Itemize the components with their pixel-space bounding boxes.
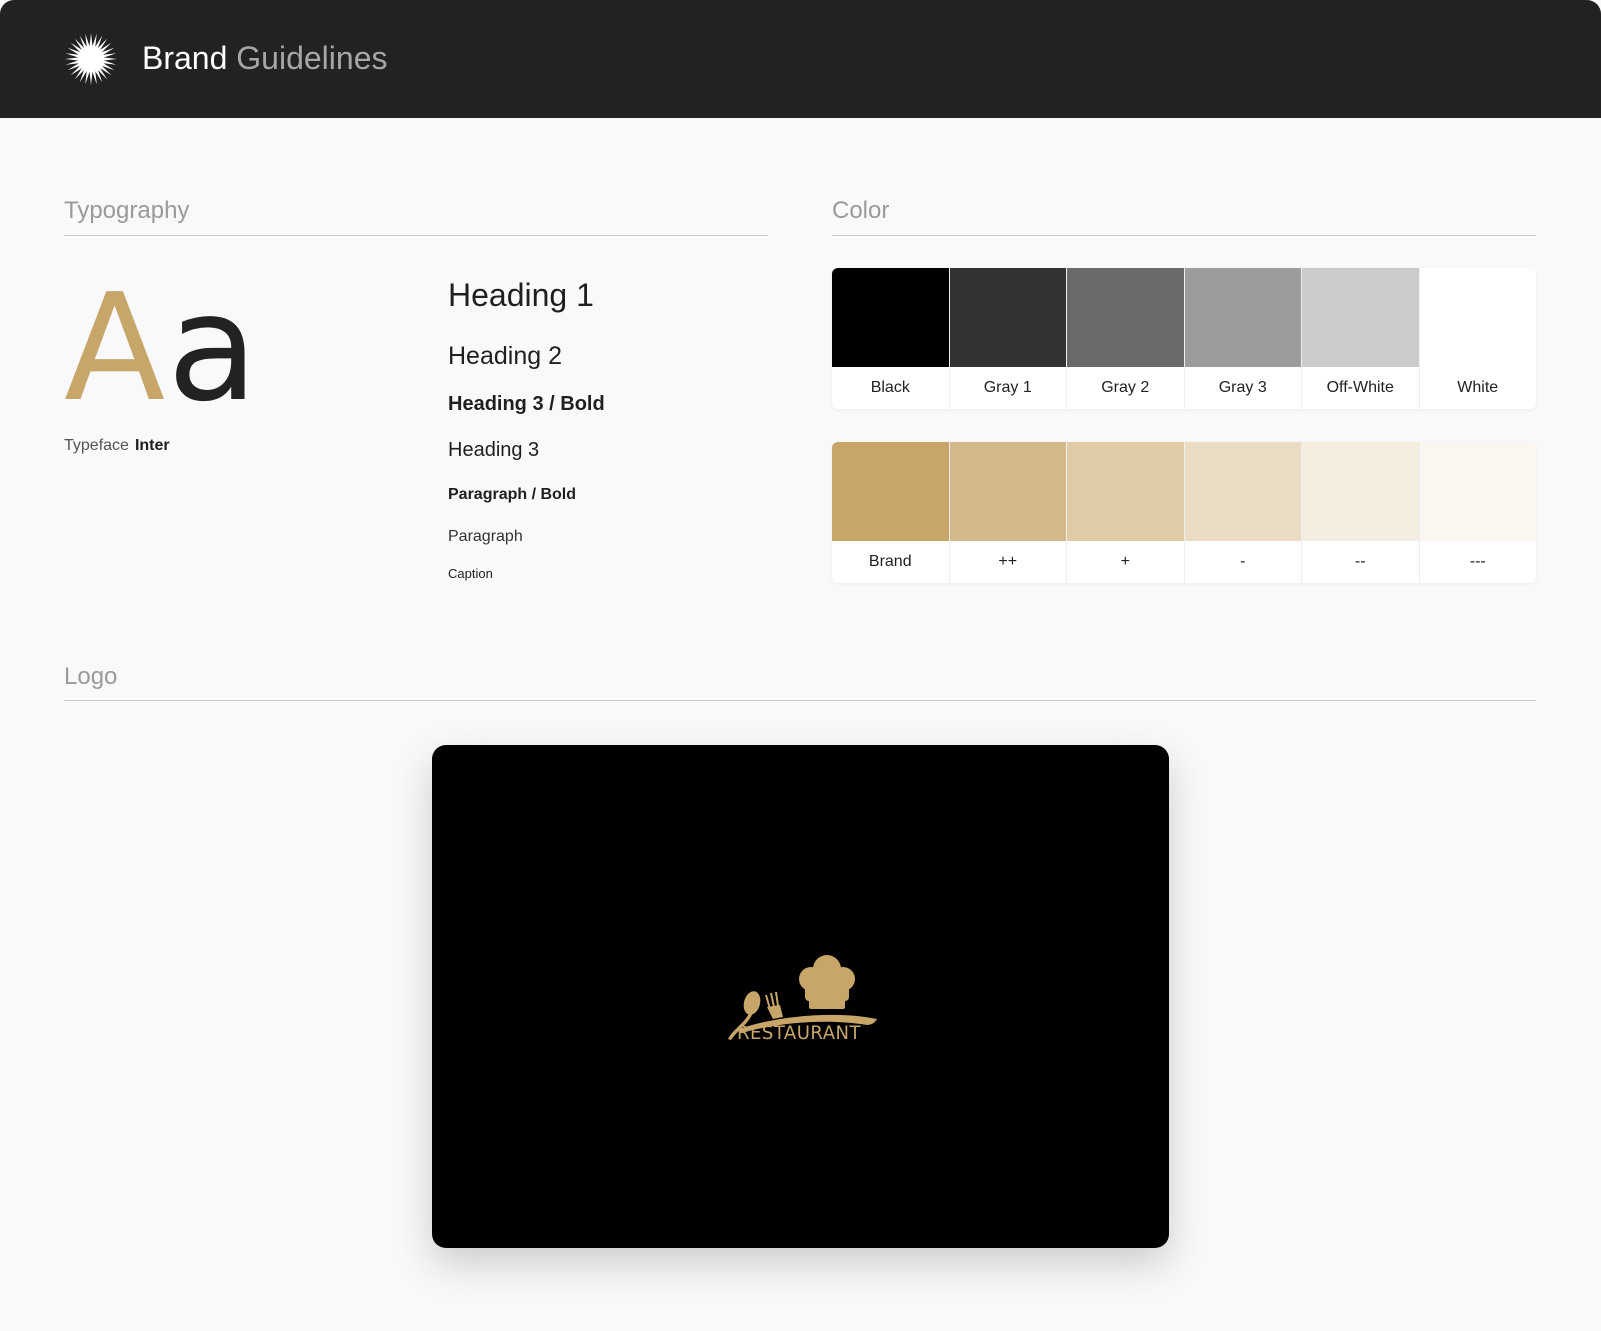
- swatch-name: Off-White: [1302, 367, 1419, 409]
- header-bar: Brand Guidelines: [0, 0, 1601, 118]
- swatch-name: White: [1419, 367, 1536, 409]
- swatch-chip: [1419, 268, 1536, 367]
- typography-divider: [64, 235, 768, 236]
- color-divider: [832, 235, 1536, 236]
- sample-paragraph-bold: Paragraph / Bold: [448, 486, 577, 503]
- swatch-gray-1: Gray 1: [949, 268, 1067, 409]
- swatch-chip: [1302, 268, 1419, 367]
- swatch-gray-3: Gray 3: [1184, 268, 1302, 409]
- swatch-chip: [1067, 268, 1184, 367]
- swatch-name: Brand: [832, 541, 949, 583]
- swatch-name: -: [1184, 541, 1301, 583]
- typeface-label: Typeface: [64, 437, 129, 454]
- typeface-value: Inter: [134, 437, 170, 454]
- color-section-title: Color: [832, 197, 890, 224]
- swatch-off-white: Off-White: [1302, 268, 1420, 409]
- logo-section-title: Logo: [64, 663, 118, 690]
- swatch-chip: [832, 268, 949, 367]
- sample-heading-3: Heading 3: [448, 439, 540, 461]
- swatch-brand-minus-1: -: [1184, 442, 1302, 583]
- brand-palette: Brand ++ + - -- ---: [832, 442, 1536, 583]
- swatch-brand-minus-2: --: [1302, 442, 1420, 583]
- sample-heading-2: Heading 2: [448, 342, 562, 370]
- typeface-line: Typeface Inter: [64, 437, 170, 455]
- type-specimen: Aa: [64, 268, 260, 428]
- logo-preview-card: RESTAURANT: [432, 745, 1169, 1248]
- swatch-name: ++: [949, 541, 1066, 583]
- type-specimen-upper: A: [64, 262, 168, 434]
- sample-caption: Caption: [448, 566, 493, 581]
- page-title-secondary: Guidelines: [236, 40, 388, 76]
- swatch-chip: [949, 268, 1066, 367]
- page-title-primary: Brand: [142, 40, 228, 76]
- swatch-name: Gray 3: [1184, 367, 1301, 409]
- swatch-brand-plus-1: +: [1067, 442, 1185, 583]
- swatch-brand-plus-2: ++: [949, 442, 1067, 583]
- swatch-chip: [1184, 268, 1301, 367]
- logo-divider: [64, 700, 1536, 701]
- swatch-name: +: [1067, 541, 1184, 583]
- swatch-chip: [1419, 442, 1536, 541]
- sample-heading-1: Heading 1: [448, 277, 594, 313]
- swatch-name: Gray 1: [949, 367, 1066, 409]
- neutral-palette: Black Gray 1 Gray 2 Gray 3 Off-White Whi…: [832, 268, 1536, 409]
- swatch-chip: [1184, 442, 1301, 541]
- swatch-chip: [1067, 442, 1184, 541]
- swatch-name: Black: [832, 367, 949, 409]
- page-title: Brand Guidelines: [142, 38, 387, 78]
- logo-wordmark: RESTAURANT: [737, 1022, 862, 1044]
- sample-heading-3-bold: Heading 3 / Bold: [448, 393, 605, 415]
- swatch-chip: [949, 442, 1066, 541]
- swatch-name: ---: [1419, 541, 1536, 583]
- swatch-name: --: [1302, 541, 1419, 583]
- swatch-black: Black: [832, 268, 950, 409]
- type-specimen-lower: a: [167, 262, 260, 434]
- typography-section-title: Typography: [64, 197, 190, 224]
- swatch-gray-2: Gray 2: [1067, 268, 1185, 409]
- swatch-white: White: [1419, 268, 1536, 409]
- starburst-icon: [65, 33, 117, 85]
- swatch-chip: [1302, 442, 1419, 541]
- swatch-chip: [832, 442, 949, 541]
- swatch-brand-minus-3: ---: [1419, 442, 1536, 583]
- sample-paragraph: Paragraph: [448, 528, 523, 545]
- swatch-brand: Brand: [832, 442, 950, 583]
- swatch-name: Gray 2: [1067, 367, 1184, 409]
